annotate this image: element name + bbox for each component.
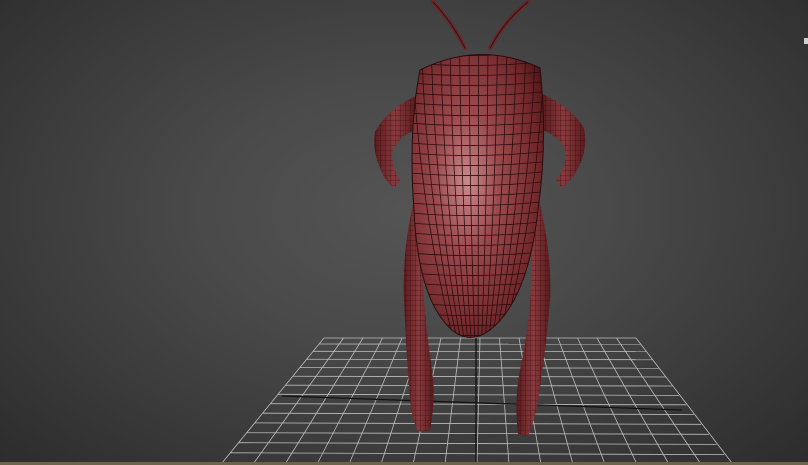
grid-line <box>299 367 659 369</box>
grid-line <box>444 337 461 464</box>
grid-line <box>221 337 325 464</box>
grid-line <box>292 375 666 378</box>
grid-line <box>285 337 364 464</box>
grid-line <box>499 337 510 464</box>
viewport-canvas[interactable] <box>0 0 808 465</box>
3d-viewport[interactable] <box>0 0 808 465</box>
grid-line <box>278 393 680 396</box>
grid-line <box>317 337 383 464</box>
antennae <box>431 0 530 50</box>
ground-grid <box>221 337 733 465</box>
grid-line <box>476 337 481 464</box>
grid-x-axis <box>281 395 683 411</box>
viewport-edge-marker <box>804 38 808 44</box>
grid-line <box>285 384 673 387</box>
grid-line <box>253 337 344 464</box>
